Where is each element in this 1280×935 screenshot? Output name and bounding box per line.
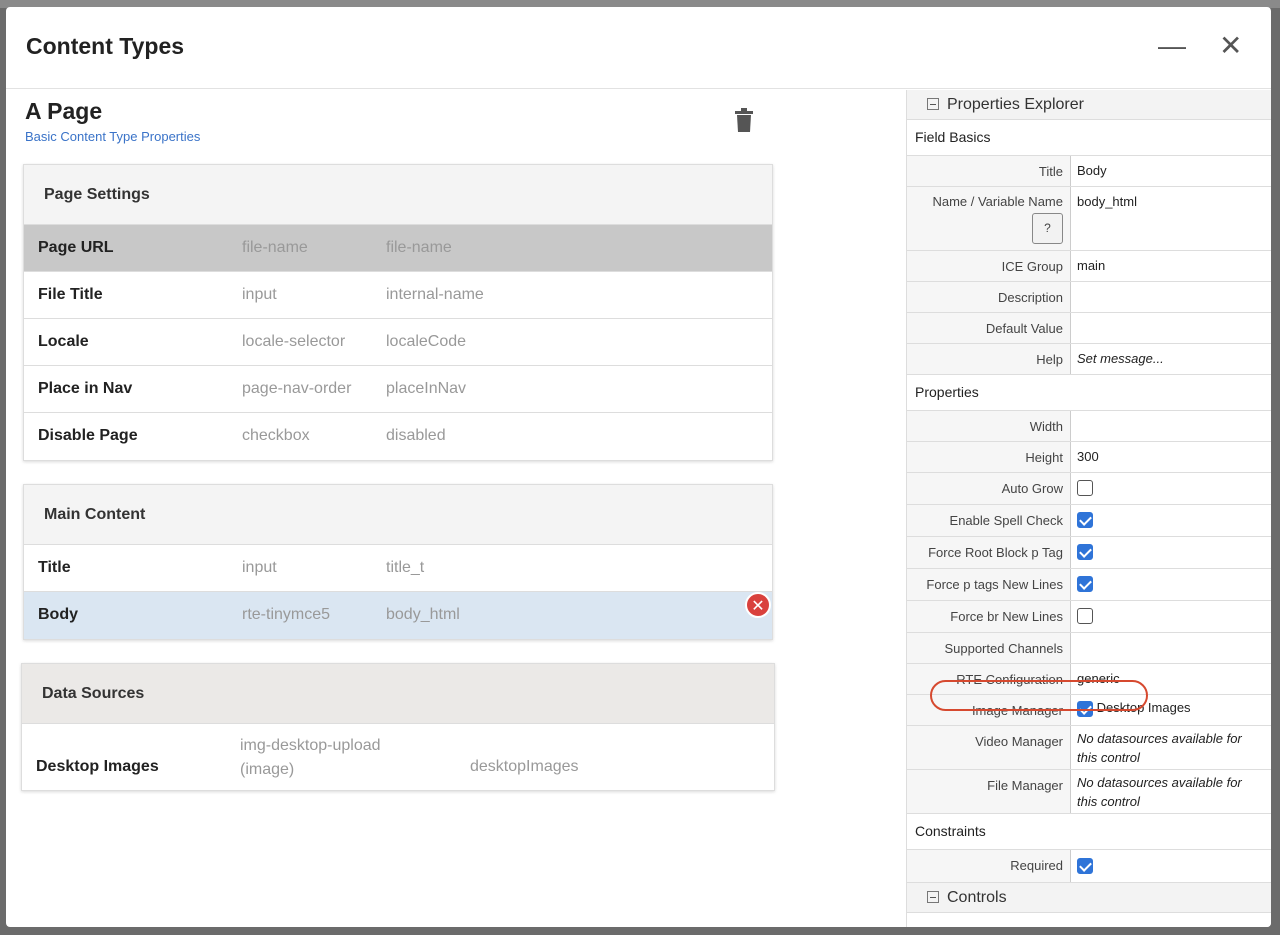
- minimize-icon[interactable]: —: [1158, 31, 1186, 61]
- help-icon[interactable]: ?: [1032, 213, 1063, 244]
- collapse-icon[interactable]: [927, 891, 939, 903]
- section-main-content: Main Content Title input title_t Body rte-t…: [23, 484, 773, 640]
- file-manager-value: No datasources available for this contro…: [1077, 775, 1242, 809]
- prop-label: Required: [907, 850, 1071, 882]
- section-title[interactable]: Data Sources: [22, 664, 774, 724]
- property-checkbox[interactable]: [1077, 543, 1093, 560]
- field-id: localeCode: [386, 333, 467, 350]
- prop-label: Width: [907, 411, 1071, 441]
- field-title: Page URL: [38, 239, 114, 256]
- prop-label: Force br New Lines: [907, 601, 1071, 632]
- property-checkbox[interactable]: [1077, 511, 1093, 528]
- field-row[interactable]: File Title input internal-name: [24, 272, 772, 319]
- prop-label: Auto Grow: [907, 473, 1071, 504]
- prop-label: ICE Group: [907, 251, 1071, 281]
- prop-label: Title: [907, 156, 1071, 186]
- page-title: A Page: [25, 98, 103, 124]
- field-type: page-nav-order: [242, 380, 352, 397]
- group-field-basics: Field Basics: [907, 120, 1271, 156]
- prop-label: Force Root Block p Tag: [907, 537, 1071, 568]
- field-row[interactable]: Disable Page checkbox disabled: [24, 413, 772, 460]
- prop-label: RTE Configuration: [907, 664, 1071, 694]
- field-type: locale-selector: [242, 333, 346, 350]
- field-type: rte-tinymce5: [242, 606, 331, 623]
- property-checkbox[interactable]: [1077, 479, 1093, 496]
- properties-explorer: Properties Explorer Field Basics Title Bo…: [906, 90, 1271, 927]
- group-properties: Properties: [907, 375, 1271, 411]
- section-title[interactable]: Page Settings: [24, 165, 772, 225]
- prop-label: Image Manager: [907, 695, 1071, 725]
- field-title: File Title: [38, 286, 103, 303]
- field-title: Locale: [38, 333, 89, 350]
- properties-explorer-header[interactable]: Properties Explorer: [907, 90, 1271, 120]
- image-manager-checkbox[interactable]: [1077, 700, 1093, 717]
- field-type: img-desktop-upload (image): [240, 737, 381, 778]
- trash-icon[interactable]: [734, 108, 754, 132]
- title-input[interactable]: Body: [1071, 156, 1271, 186]
- required-checkbox[interactable]: [1077, 857, 1093, 874]
- field-title: Place in Nav: [38, 380, 133, 397]
- prop-label: Description: [907, 282, 1071, 312]
- collapse-icon[interactable]: [927, 98, 939, 110]
- field-row[interactable]: Locale locale-selector localeCode: [24, 319, 772, 366]
- property-checkbox[interactable]: [1077, 607, 1093, 624]
- prop-label: Video Manager: [907, 726, 1071, 769]
- field-row-selected[interactable]: Body rte-tinymce5 body_html: [24, 592, 772, 639]
- section-data-sources: Data Sources Desktop Images img-desktop-u…: [21, 663, 775, 791]
- field-type: input: [242, 286, 277, 303]
- property-checkbox[interactable]: [1077, 575, 1093, 592]
- prop-label: Supported Channels: [907, 633, 1071, 663]
- field-id: internal-name: [386, 286, 484, 303]
- field-type: file-name: [242, 239, 308, 256]
- field-id: title_t: [386, 559, 425, 576]
- prop-label: Default Value: [907, 313, 1071, 343]
- content-type-editor: A Page Basic Content Type Properties Pag…: [6, 90, 906, 927]
- video-manager-value: No datasources available for this contro…: [1077, 731, 1242, 765]
- panel-title: Properties Explorer: [947, 96, 1084, 113]
- field-id: body_html: [386, 606, 460, 623]
- basic-properties-link[interactable]: Basic Content Type Properties: [25, 129, 200, 144]
- remove-field-icon[interactable]: ✕: [745, 592, 771, 618]
- width-input[interactable]: [1071, 411, 1271, 441]
- prop-label: Force p tags New Lines: [907, 569, 1071, 600]
- field-title: Body: [38, 606, 78, 623]
- field-row[interactable]: Page URL file-name file-name: [24, 225, 772, 272]
- field-title: Desktop Images: [36, 758, 159, 775]
- prop-label: File Manager: [907, 770, 1071, 813]
- field-title: Title: [38, 559, 71, 576]
- default-value-input[interactable]: [1071, 313, 1271, 343]
- field-title: Disable Page: [38, 427, 138, 444]
- field-row[interactable]: Place in Nav page-nav-order placeInNav: [24, 366, 772, 413]
- dialog-header: Content Types — ✕: [6, 7, 1271, 89]
- section-page-settings: Page Settings Page URL file-name file-name…: [23, 164, 773, 461]
- prop-label: Height: [907, 442, 1071, 472]
- content-types-dialog: Content Types — ✕ A Page Basic Content T…: [6, 7, 1271, 927]
- group-constraints: Constraints: [907, 814, 1271, 850]
- ice-group-input[interactable]: main: [1071, 251, 1271, 281]
- field-id: disabled: [386, 427, 446, 444]
- rte-config-input[interactable]: generic: [1071, 664, 1271, 694]
- name-input[interactable]: body_html: [1071, 187, 1271, 250]
- description-input[interactable]: [1071, 282, 1271, 312]
- prop-label: Help: [907, 344, 1071, 374]
- field-id: placeInNav: [386, 380, 467, 397]
- prop-label: Enable Spell Check: [907, 505, 1071, 536]
- prop-label: Name / Variable Name: [932, 194, 1063, 209]
- dialog-title: Content Types: [26, 33, 185, 59]
- section-title[interactable]: Main Content: [24, 485, 772, 545]
- field-type: checkbox: [242, 427, 310, 444]
- field-type: input: [242, 559, 277, 576]
- close-icon[interactable]: ✕: [1219, 31, 1242, 61]
- height-input[interactable]: 300: [1071, 442, 1271, 472]
- panel-title: Controls: [947, 889, 1007, 906]
- help-input[interactable]: Set message...: [1071, 344, 1271, 374]
- checkbox-label: Desktop Images: [1096, 700, 1191, 715]
- datasource-row[interactable]: Desktop Images img-desktop-upload (image)…: [22, 724, 774, 790]
- field-row[interactable]: Title input title_t: [24, 545, 772, 592]
- field-id: file-name: [386, 239, 452, 256]
- field-id: desktopImages: [470, 758, 579, 775]
- controls-header[interactable]: Controls: [907, 883, 1271, 913]
- channels-input[interactable]: [1071, 633, 1271, 663]
